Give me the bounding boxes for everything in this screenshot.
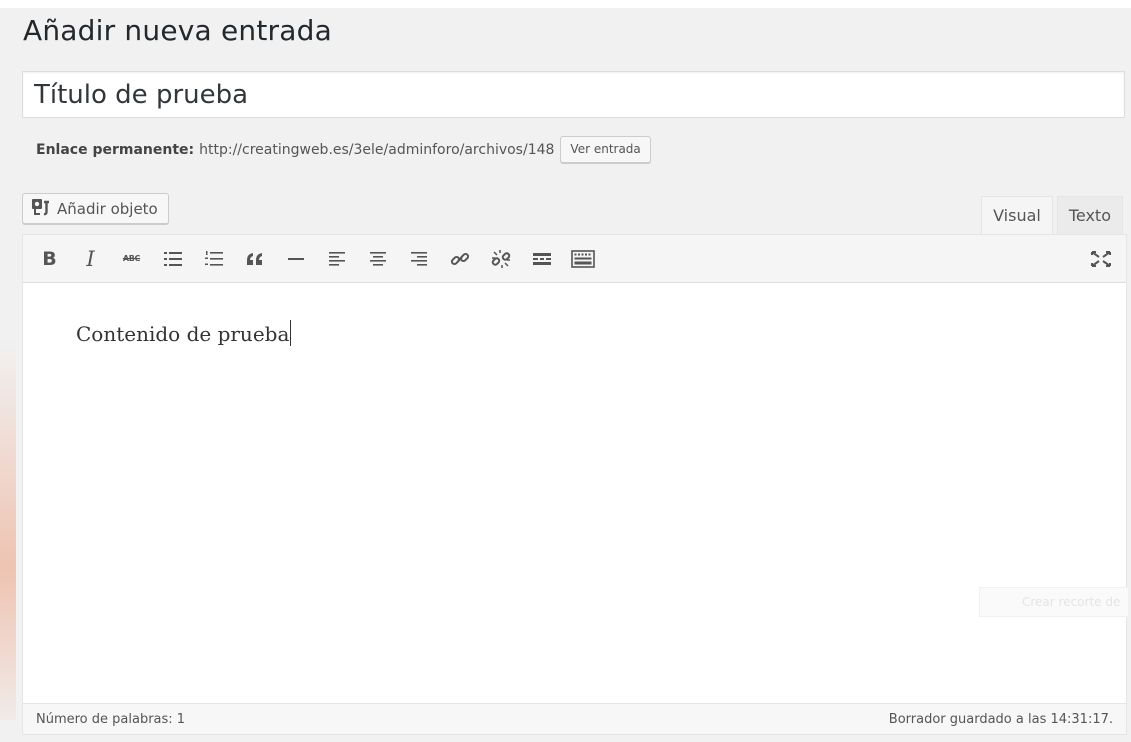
top-strip [0,0,1131,8]
content-text: Contenido de prueba [76,322,290,346]
blockquote-button[interactable] [239,243,270,274]
align-right-button[interactable] [403,243,434,274]
view-post-button[interactable]: Ver entrada [560,136,651,163]
blockquote-icon [246,252,262,265]
align-center-button[interactable] [362,243,393,274]
fullscreen-icon [1090,250,1111,267]
italic-button[interactable]: I [75,243,106,274]
status-bar: Número de palabras: 1 Borrador guardado … [23,703,1126,734]
tab-visual[interactable]: Visual [981,196,1053,234]
post-title-input[interactable] [22,71,1125,118]
read-more-icon [532,252,551,265]
align-left-button[interactable] [321,243,352,274]
align-right-icon [410,251,427,266]
accent-decoration [0,340,16,720]
horizontal-line-button[interactable] [280,243,311,274]
add-media-icon [31,198,51,220]
bold-icon: B [42,247,57,270]
numbered-list-icon [204,250,223,266]
link-icon [450,252,469,265]
page-title: Añadir nueva entrada [23,14,332,47]
fullscreen-button[interactable] [1085,243,1116,274]
unlink-icon [491,249,510,268]
keyboard-icon [570,249,595,268]
editor-content[interactable]: Contenido de prueba Crear recorte de [23,283,1129,703]
italic-icon: I [86,246,95,271]
strikethrough-button[interactable]: ABC [116,243,147,274]
editor-tabs: Visual Texto [981,196,1123,234]
toolbar-toggle-button[interactable] [567,243,598,274]
bold-button[interactable]: B [34,243,65,274]
permalink-label: Enlace permanente: [36,141,195,158]
insert-link-button[interactable] [444,243,475,274]
permalink-url[interactable]: http://creatingweb.es/3ele/adminforo/arc… [199,142,554,158]
align-left-icon [328,251,345,266]
add-media-label: Añadir objeto [57,199,158,218]
horizontal-line-icon [287,257,304,260]
permalink-row: Enlace permanente: http://creatingweb.es… [36,136,651,163]
editor-toolbar: B I ABC [23,235,1126,283]
strikethrough-icon: ABC [122,254,141,263]
align-center-icon [369,251,386,266]
tab-text[interactable]: Texto [1056,196,1123,234]
autosave-status: Borrador guardado a las 14:31:17. [888,711,1113,727]
editor: B I ABC Contenido de prueba Crear recort… [22,234,1129,735]
bulleted-list-button[interactable] [157,243,188,274]
remove-link-button[interactable] [485,243,516,274]
create-excerpt-button[interactable]: Crear recorte de [979,587,1129,617]
bulleted-list-icon [163,251,182,266]
text-cursor [290,320,292,346]
word-count: Número de palabras: 1 [36,711,186,727]
numbered-list-button[interactable] [198,243,229,274]
read-more-button[interactable] [526,243,557,274]
add-media-button[interactable]: Añadir objeto [22,193,169,224]
